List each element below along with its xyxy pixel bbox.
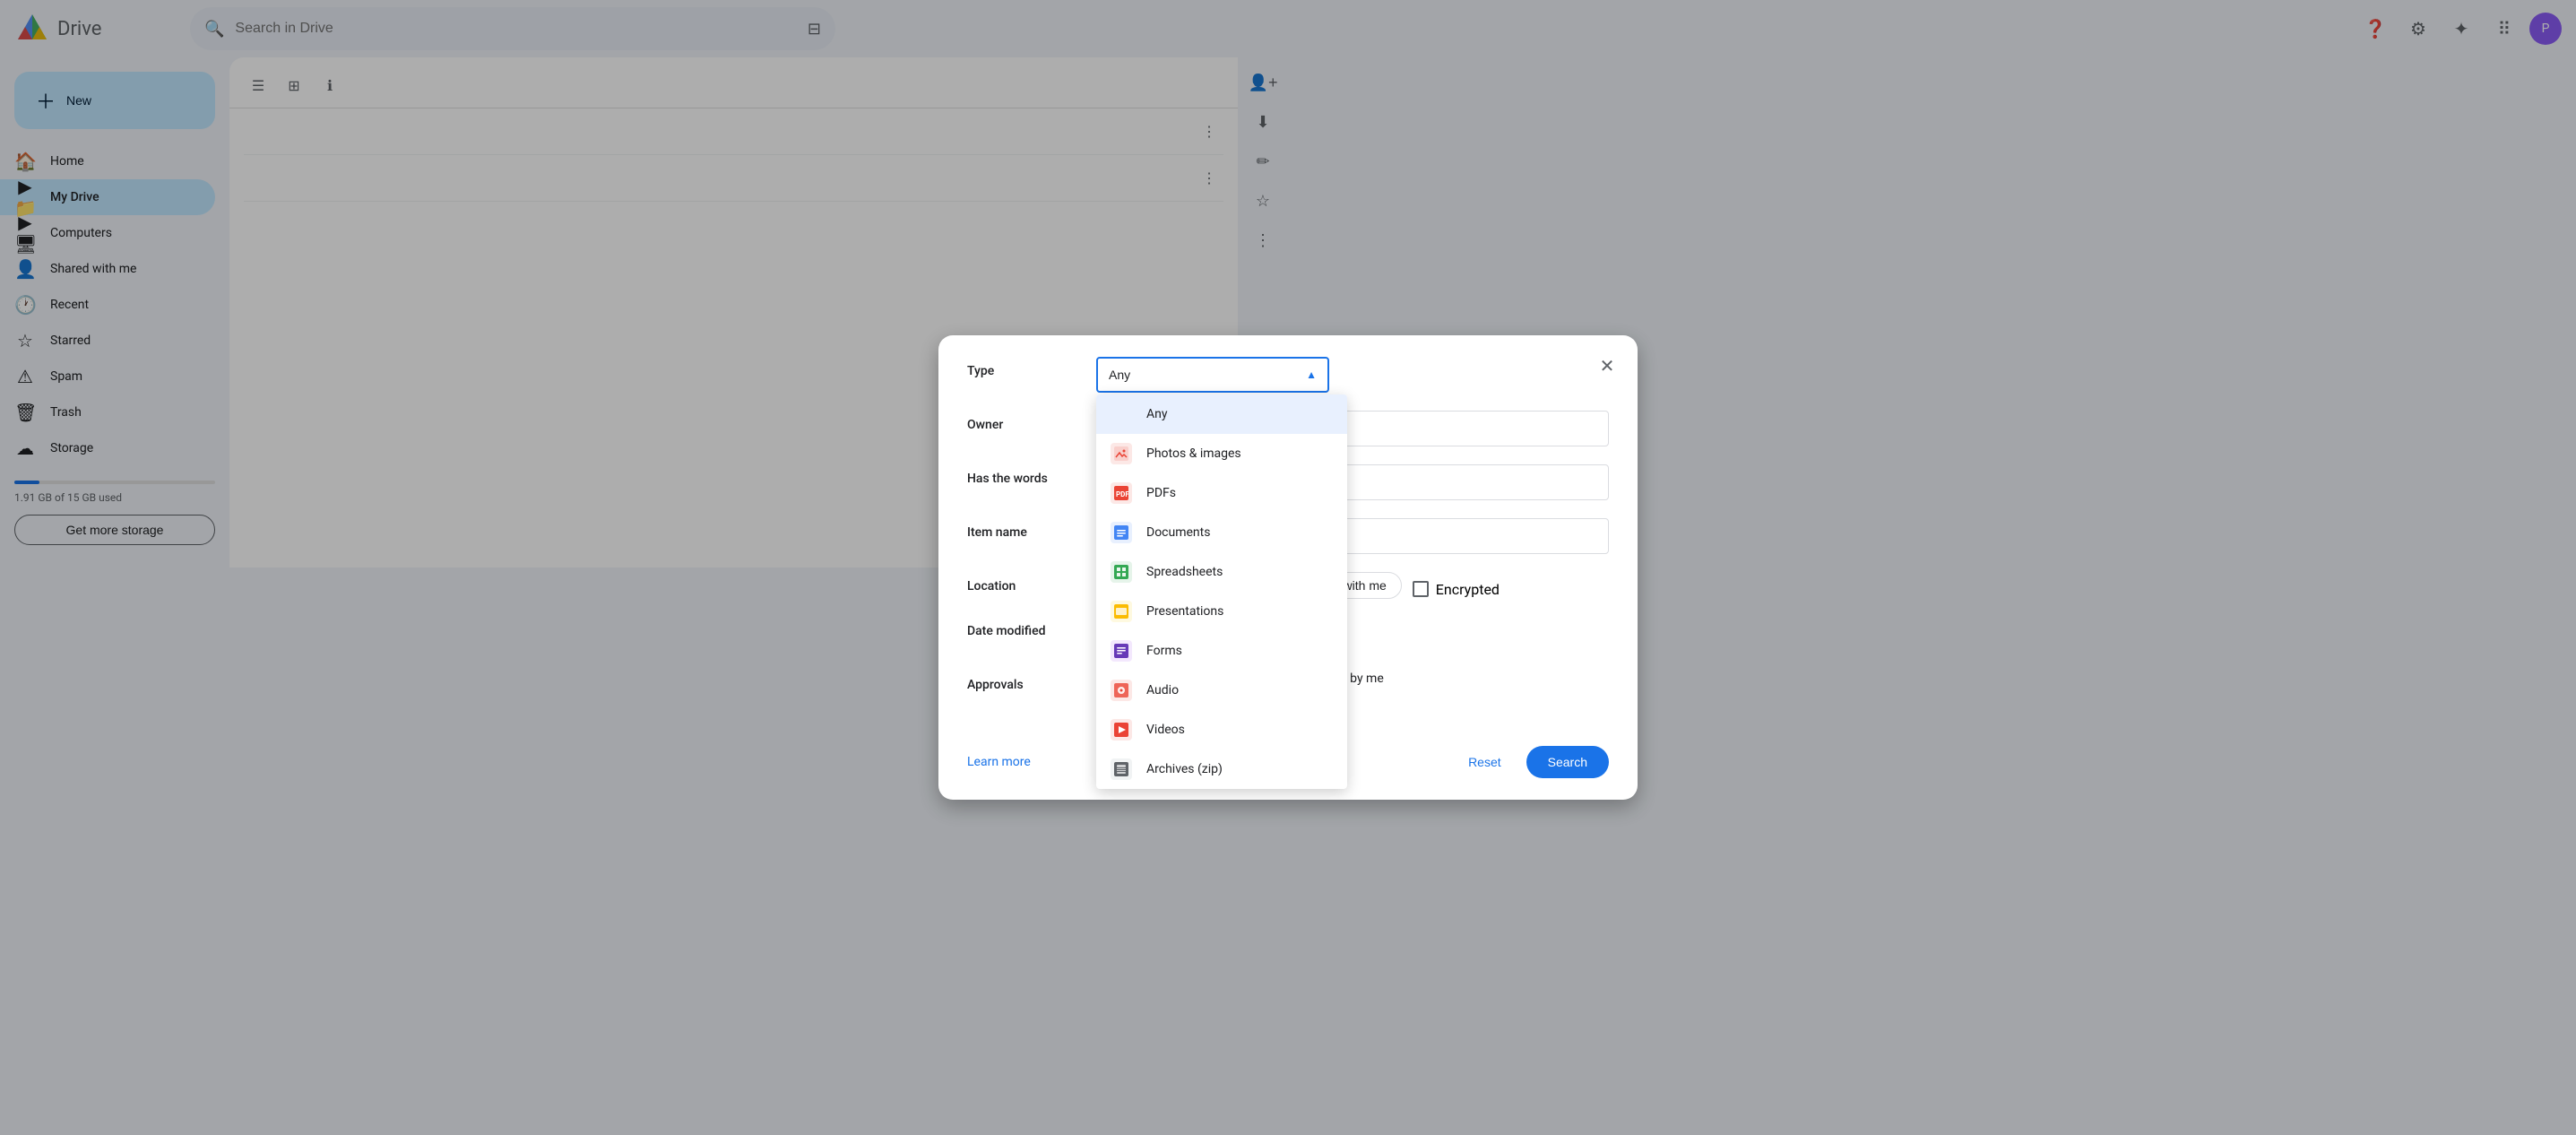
videos-icon	[1111, 719, 1132, 741]
dropdown-item-label: Photos & images	[1146, 446, 1241, 461]
type-control: Any ▲ Any	[1096, 357, 1609, 393]
chevron-up-icon: ▲	[1306, 368, 1317, 381]
photos-icon	[1111, 443, 1132, 464]
type-dropdown-button[interactable]: Any ▲	[1096, 357, 1329, 393]
spreadsheets-icon	[1111, 561, 1132, 583]
encrypted-checkbox[interactable]	[1413, 581, 1429, 597]
type-row: Type Any ▲ Any	[967, 357, 1609, 393]
audio-icon	[1111, 680, 1132, 701]
svg-text:PDF: PDF	[1116, 490, 1128, 498]
presentations-icon	[1111, 601, 1132, 622]
search-filter-modal: ✕ Type Any ▲ Any	[938, 335, 1638, 800]
dropdown-item-label: Spreadsheets	[1146, 565, 1223, 579]
pdf-icon: PDF	[1111, 482, 1132, 504]
dropdown-item-documents[interactable]: Documents	[1096, 513, 1347, 552]
dropdown-item-presentations[interactable]: Presentations	[1096, 592, 1347, 631]
type-label: Type	[967, 357, 1075, 378]
dropdown-item-label: Videos	[1146, 723, 1185, 737]
dropdown-item-label: Documents	[1146, 525, 1210, 540]
dropdown-item-audio[interactable]: Audio	[1096, 671, 1347, 710]
dropdown-item-forms[interactable]: Forms	[1096, 631, 1347, 671]
dropdown-item-label: Forms	[1146, 644, 1182, 658]
footer-right: Reset Search	[1454, 746, 1609, 778]
date-label: Date modified	[967, 617, 1075, 638]
dropdown-item-label: PDFs	[1146, 486, 1176, 500]
close-icon: ✕	[1600, 355, 1615, 377]
dropdown-item-pdfs[interactable]: PDF PDFs	[1096, 473, 1347, 513]
search-button[interactable]: Search	[1526, 746, 1609, 778]
documents-icon	[1111, 522, 1132, 543]
owner-label: Owner	[967, 411, 1075, 432]
dropdown-item-label: Presentations	[1146, 604, 1223, 619]
words-label: Has the words	[967, 464, 1075, 486]
dropdown-item-any[interactable]: Any	[1096, 394, 1347, 434]
any-icon	[1111, 403, 1132, 425]
forms-icon	[1111, 640, 1132, 662]
dropdown-item-spreadsheets[interactable]: Spreadsheets	[1096, 552, 1347, 592]
search-filter-overlay: ✕ Type Any ▲ Any	[0, 0, 2576, 1135]
learn-more-link[interactable]: Learn more	[967, 755, 1031, 769]
location-label: Location	[967, 572, 1075, 593]
dropdown-item-label: Archives (zip)	[1146, 762, 1223, 776]
type-dropdown-container: Any ▲ Any	[1096, 357, 1329, 393]
encrypted-row: Encrypted	[1413, 581, 1500, 598]
dropdown-item-label: Audio	[1146, 683, 1179, 697]
approvals-label: Approvals	[967, 671, 1075, 692]
archives-icon	[1111, 758, 1132, 780]
type-selected-value: Any	[1109, 368, 1130, 382]
dropdown-item-photos[interactable]: Photos & images	[1096, 434, 1347, 473]
encrypted-label: Encrypted	[1436, 581, 1500, 598]
modal-body: Type Any ▲ Any	[938, 335, 1638, 732]
reset-button[interactable]: Reset	[1454, 748, 1516, 776]
dropdown-item-videos[interactable]: Videos	[1096, 710, 1347, 749]
dropdown-item-label: Any	[1146, 407, 1168, 421]
item-name-label: Item name	[967, 518, 1075, 540]
type-dropdown-menu: Any Photos & images	[1096, 394, 1347, 789]
dropdown-item-archives[interactable]: Archives (zip)	[1096, 749, 1347, 789]
modal-close-button[interactable]: ✕	[1591, 350, 1623, 382]
